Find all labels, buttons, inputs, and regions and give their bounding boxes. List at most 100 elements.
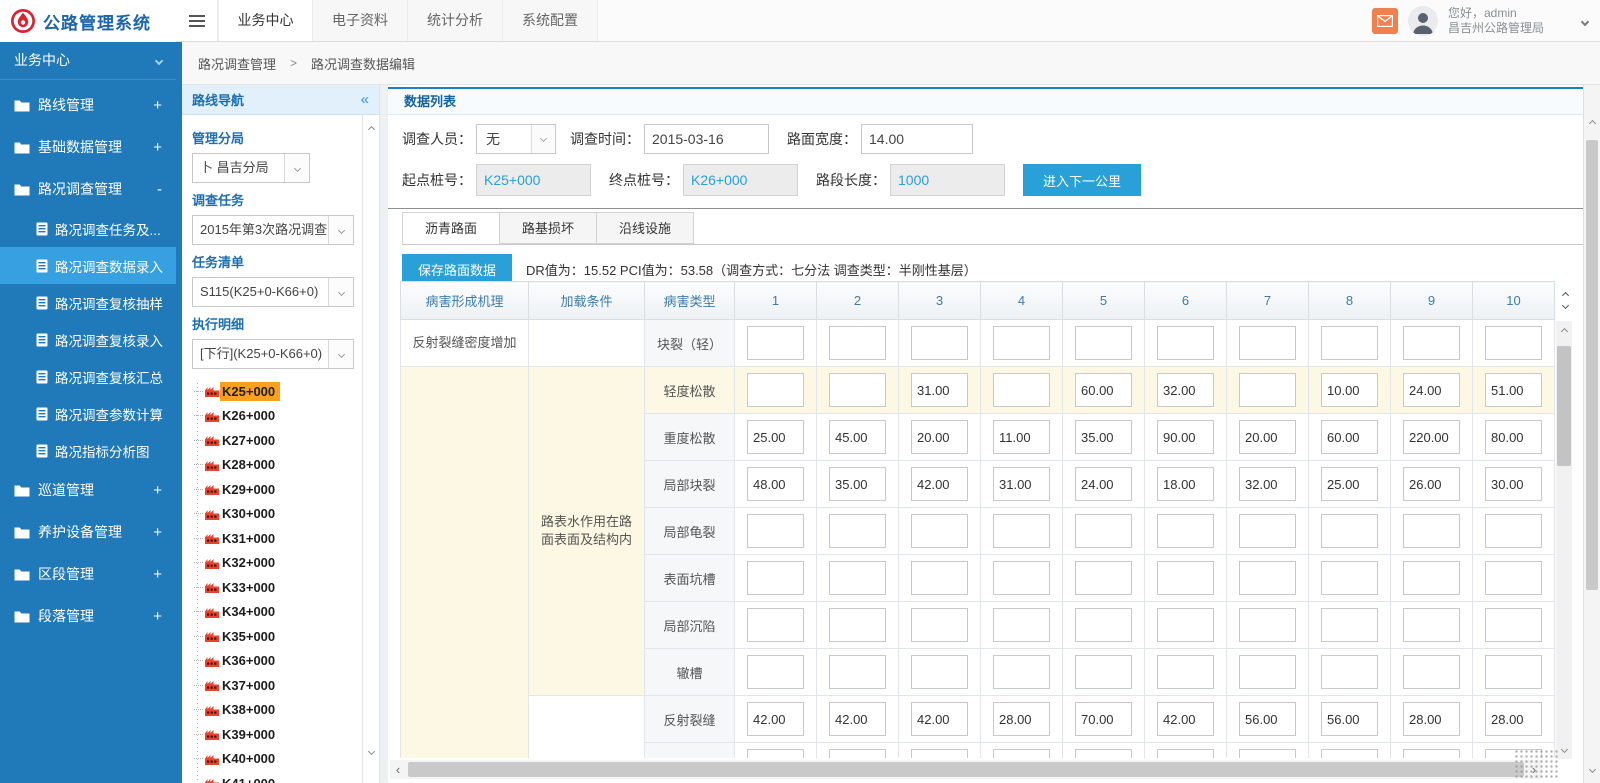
panel-collapse-icon[interactable]: «	[361, 91, 369, 108]
end-stake-input[interactable]	[683, 164, 798, 196]
damage-value-input[interactable]	[1321, 467, 1378, 501]
damage-value-input[interactable]	[993, 514, 1050, 548]
topnav-item-电子资料[interactable]: 电子资料	[313, 0, 408, 41]
damage-value-input[interactable]	[747, 326, 804, 360]
damage-value-input[interactable]	[1157, 655, 1214, 689]
damage-value-input[interactable]	[1157, 608, 1214, 642]
damage-value-input[interactable]	[993, 608, 1050, 642]
page-scroll-up-icon[interactable]	[1584, 115, 1600, 131]
sidebar-header[interactable]: 业务中心	[0, 42, 176, 79]
damage-value-input[interactable]	[747, 608, 804, 642]
damage-value-input[interactable]	[911, 561, 968, 595]
damage-value-input[interactable]	[993, 561, 1050, 595]
topnav-item-系统配置[interactable]: 系统配置	[503, 0, 598, 41]
page-vertical-scrollbar[interactable]	[1583, 85, 1600, 783]
sidebar-group-巡道管理[interactable]: 巡道管理+	[0, 469, 176, 511]
damage-value-input[interactable]	[829, 514, 886, 548]
tree-item-K29+000[interactable]: K29+000	[194, 477, 354, 502]
damage-value-input[interactable]	[829, 373, 886, 407]
user-info[interactable]: 您好，admin 昌吉州公路管理局	[1448, 6, 1544, 36]
damage-value-input[interactable]	[1157, 514, 1214, 548]
page-scroll-down-icon[interactable]	[1584, 761, 1600, 777]
tree-item-K35+000[interactable]: K35+000	[194, 624, 354, 649]
damage-value-input[interactable]	[1157, 702, 1214, 736]
select-chevron-down-icon[interactable]	[328, 340, 353, 368]
damage-value-input[interactable]	[1157, 561, 1214, 595]
scroll-up-icon[interactable]	[363, 121, 379, 137]
user-menu-chevron-down-icon[interactable]	[1582, 12, 1588, 30]
damage-value-input[interactable]	[829, 749, 886, 758]
damage-value-input[interactable]	[747, 420, 804, 454]
expand-toggle-icon[interactable]: +	[153, 97, 162, 114]
damage-value-input[interactable]	[911, 514, 968, 548]
damage-value-input[interactable]	[1075, 561, 1132, 595]
damage-value-input[interactable]	[1321, 420, 1378, 454]
damage-value-input[interactable]	[1321, 655, 1378, 689]
damage-value-input[interactable]	[911, 749, 968, 758]
sidebar-item-路况调查复核录入[interactable]: 路况调查复核录入	[0, 321, 176, 358]
damage-value-input[interactable]	[1403, 655, 1460, 689]
damage-value-input[interactable]	[1239, 561, 1296, 595]
damage-value-input[interactable]	[829, 420, 886, 454]
tab-沿线设施[interactable]: 沿线设施	[597, 212, 694, 244]
damage-value-input[interactable]	[1321, 608, 1378, 642]
damage-value-input[interactable]	[1321, 561, 1378, 595]
tree-item-K27+000[interactable]: K27+000	[194, 428, 354, 453]
damage-value-input[interactable]	[747, 749, 804, 758]
damage-value-input[interactable]	[1485, 373, 1542, 407]
expand-toggle-icon[interactable]: -	[157, 181, 162, 198]
damage-value-input[interactable]	[747, 467, 804, 501]
column-pager[interactable]	[1556, 282, 1574, 318]
sidebar-group-路况调查管理[interactable]: 路况调查管理-	[0, 168, 176, 210]
sidebar-group-养护设备管理[interactable]: 养护设备管理+	[0, 511, 176, 553]
damage-value-input[interactable]	[1075, 514, 1132, 548]
tree-item-K38+000[interactable]: K38+000	[194, 698, 354, 723]
damage-value-input[interactable]	[829, 561, 886, 595]
damage-value-input[interactable]	[1239, 420, 1296, 454]
resize-grip[interactable]	[1514, 749, 1558, 779]
damage-value-input[interactable]	[1157, 467, 1214, 501]
damage-value-input[interactable]	[1485, 702, 1542, 736]
damage-value-input[interactable]	[1403, 326, 1460, 360]
damage-value-input[interactable]	[1485, 514, 1542, 548]
table-scroll-thumb[interactable]	[1557, 346, 1571, 466]
damage-value-input[interactable]	[1075, 373, 1132, 407]
tab-沥青路面[interactable]: 沥青路面	[402, 212, 500, 244]
route-nav-scrollbar[interactable]	[362, 115, 379, 783]
filter-select-调查任务[interactable]: 2015年第3次路况调查	[192, 215, 354, 245]
damage-value-input[interactable]	[1403, 702, 1460, 736]
damage-value-input[interactable]	[1403, 608, 1460, 642]
damage-value-input[interactable]	[1321, 749, 1378, 758]
damage-value-input[interactable]	[1075, 655, 1132, 689]
damage-value-input[interactable]	[1321, 702, 1378, 736]
damage-value-input[interactable]	[1157, 420, 1214, 454]
tree-item-K33+000[interactable]: K33+000	[194, 575, 354, 600]
filter-select-任务清单[interactable]: S115(K25+0-K66+0)	[192, 277, 354, 307]
scroll-down-icon[interactable]	[363, 743, 379, 759]
damage-value-input[interactable]	[1075, 420, 1132, 454]
sidebar-group-路线管理[interactable]: 路线管理+	[0, 84, 176, 126]
damage-value-input[interactable]	[1321, 373, 1378, 407]
damage-value-input[interactable]	[911, 608, 968, 642]
tree-item-K31+000[interactable]: K31+000	[194, 526, 354, 551]
user-avatar[interactable]	[1408, 6, 1438, 36]
filter-select-管理分局[interactable]: 卜 昌吉分局	[192, 153, 310, 183]
damage-value-input[interactable]	[1075, 326, 1132, 360]
tree-item-K30+000[interactable]: K30+000	[194, 502, 354, 527]
damage-value-input[interactable]	[1075, 467, 1132, 501]
damage-value-input[interactable]	[1485, 467, 1542, 501]
select-chevron-down-icon[interactable]	[328, 278, 353, 306]
damage-value-input[interactable]	[911, 373, 968, 407]
mail-icon[interactable]	[1372, 8, 1398, 34]
filter-select-执行明细[interactable]: [下行](K25+0-K66+0)	[192, 339, 354, 369]
tree-item-K25+000[interactable]: K25+000	[194, 379, 354, 404]
damage-value-input[interactable]	[829, 467, 886, 501]
sidebar-group-区段管理[interactable]: 区段管理+	[0, 553, 176, 595]
damage-value-input[interactable]	[993, 749, 1050, 758]
topnav-item-统计分析[interactable]: 统计分析	[408, 0, 503, 41]
tree-item-K32+000[interactable]: K32+000	[194, 551, 354, 576]
damage-value-input[interactable]	[1239, 514, 1296, 548]
damage-value-input[interactable]	[747, 514, 804, 548]
damage-value-input[interactable]	[1239, 702, 1296, 736]
tree-item-K36+000[interactable]: K36+000	[194, 649, 354, 674]
